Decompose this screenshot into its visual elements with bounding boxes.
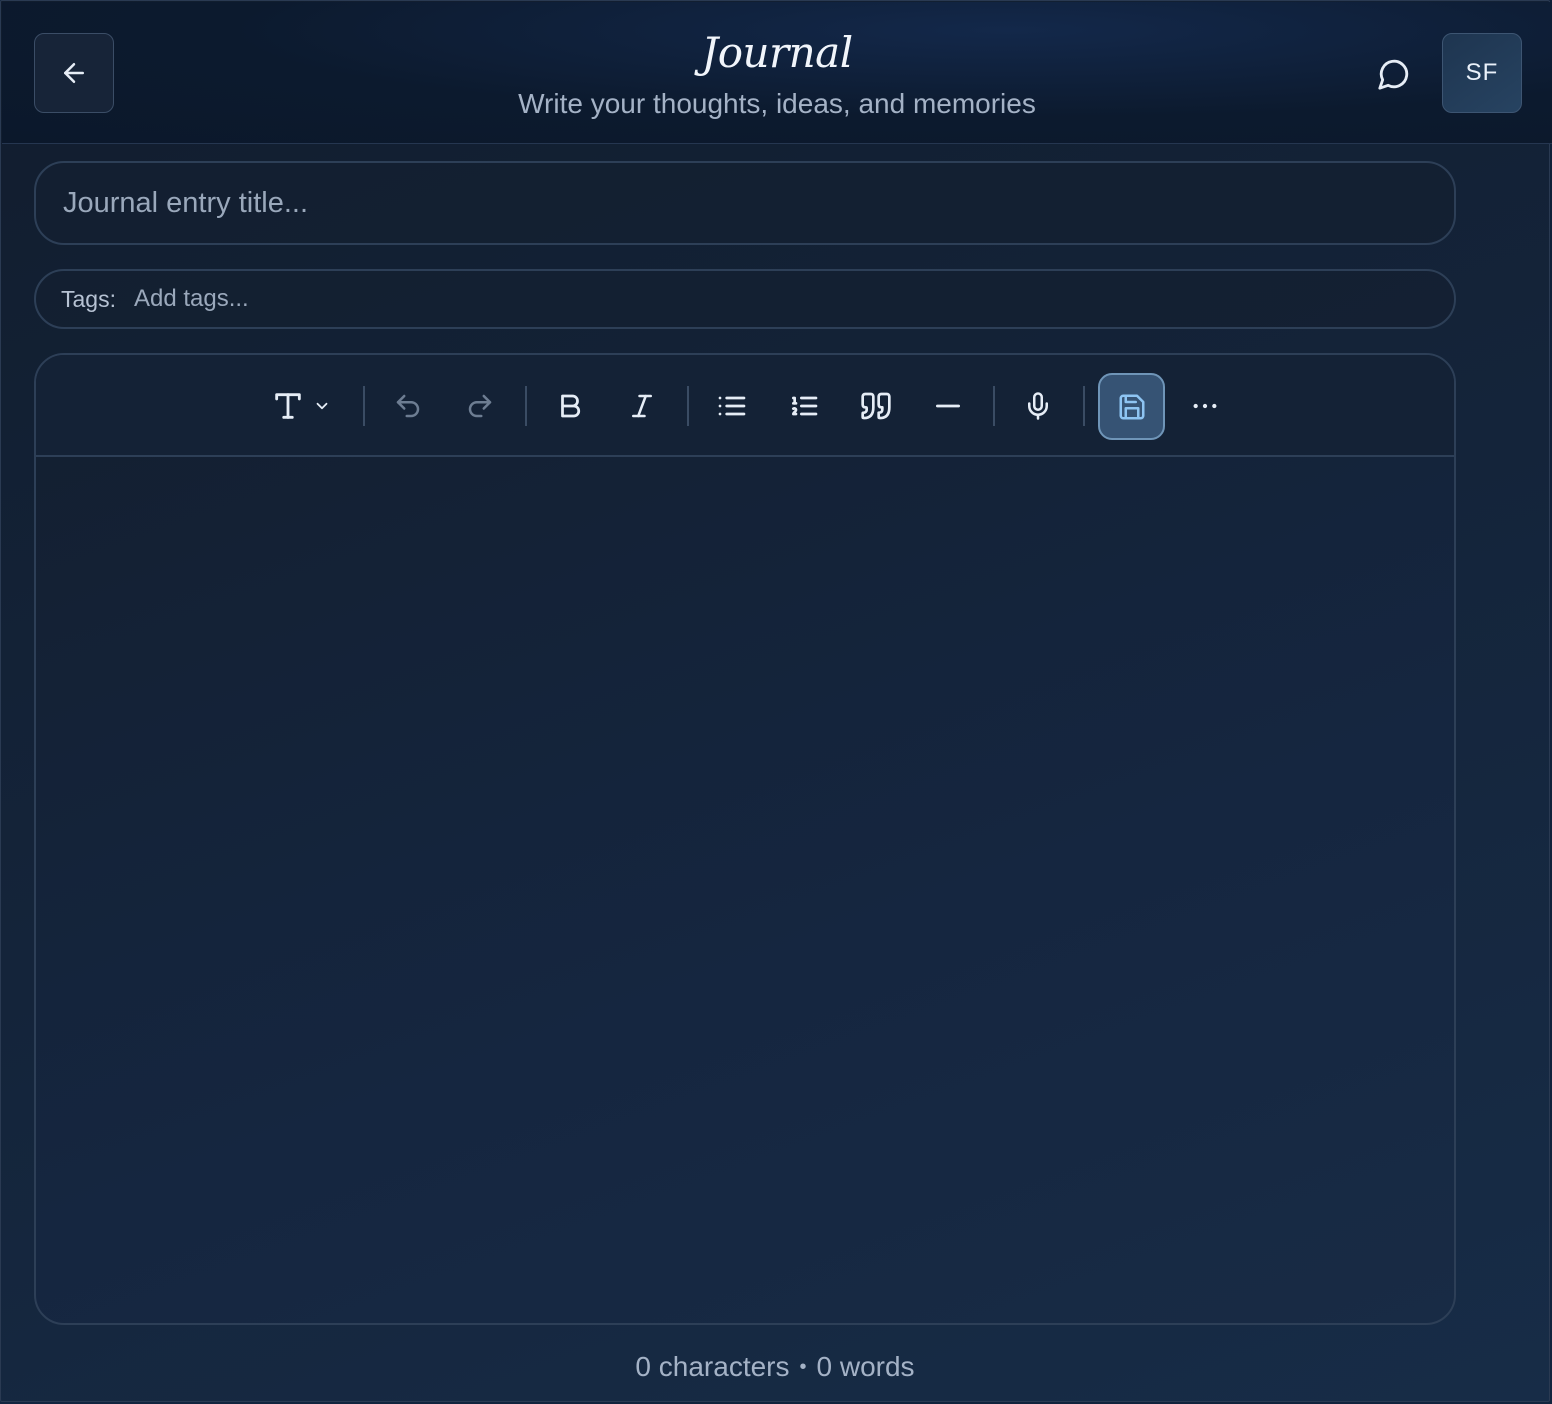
word-count-status: 0 characters • 0 words: [1, 1351, 1549, 1383]
tags-label: Tags:: [61, 285, 116, 312]
horizontal-rule-button[interactable]: [914, 373, 982, 439]
header-bar: Journal Write your thoughts, ideas, and …: [2, 2, 1552, 144]
chevron-down-icon: [313, 397, 331, 415]
text-style-icon: [271, 389, 305, 423]
word-count: 0 words: [816, 1351, 915, 1382]
toolbar-divider: [993, 386, 995, 426]
editor-panel: [34, 353, 1456, 1325]
undo-button[interactable]: [374, 373, 442, 439]
tags-field[interactable]: Tags:: [34, 269, 1456, 329]
page-subtitle: Write your thoughts, ideas, and memories: [518, 88, 1036, 119]
page-title: Journal: [701, 28, 853, 77]
chat-button[interactable]: [1366, 46, 1422, 102]
status-separator: •: [799, 1356, 807, 1378]
avatar-initials: SF: [1465, 59, 1499, 86]
toolbar-divider: [1083, 386, 1085, 426]
microphone-icon: [1023, 391, 1053, 421]
app-window: Journal Write your thoughts, ideas, and …: [0, 0, 1552, 1402]
tags-input[interactable]: [131, 284, 1036, 314]
toolbar-divider: [687, 386, 689, 426]
toolbar-divider: [525, 386, 527, 426]
bullet-list-button[interactable]: [698, 373, 766, 439]
redo-icon: [465, 391, 495, 421]
message-circle-icon: [1377, 57, 1411, 91]
entry-title-field[interactable]: [34, 161, 1456, 245]
more-options-button[interactable]: [1172, 373, 1238, 439]
quote-icon: [860, 390, 892, 422]
more-icon: [1189, 390, 1221, 422]
bullet-list-icon: [716, 390, 748, 422]
bold-icon: [555, 391, 585, 421]
character-count: 0 characters: [635, 1351, 790, 1382]
italic-button[interactable]: [608, 373, 676, 439]
italic-icon: [627, 391, 657, 421]
numbered-list-button[interactable]: [770, 373, 838, 439]
numbered-list-icon: [788, 390, 820, 422]
entry-title-input[interactable]: [61, 185, 1454, 221]
horizontal-rule-icon: [932, 390, 964, 422]
bold-button[interactable]: [536, 373, 604, 439]
microphone-button[interactable]: [1004, 373, 1072, 439]
text-style-dropdown[interactable]: [266, 373, 336, 439]
save-icon: [1117, 392, 1147, 422]
toolbar-divider: [363, 386, 365, 426]
redo-button[interactable]: [446, 373, 514, 439]
undo-icon: [393, 391, 423, 421]
quote-button[interactable]: [842, 373, 910, 439]
avatar[interactable]: SF: [1442, 33, 1522, 113]
editor-content-area[interactable]: [36, 457, 1454, 1323]
editor-toolbar: [36, 355, 1454, 457]
save-button[interactable]: [1098, 373, 1165, 440]
